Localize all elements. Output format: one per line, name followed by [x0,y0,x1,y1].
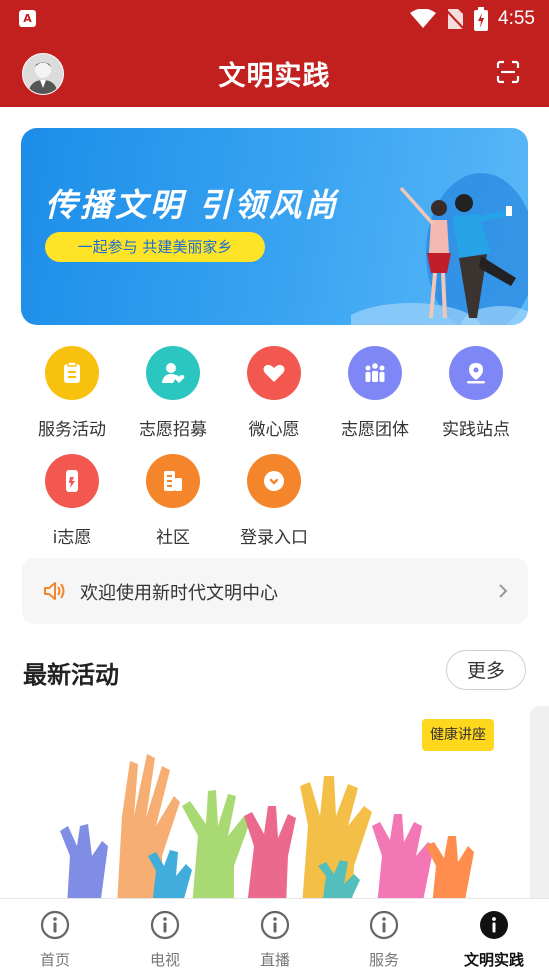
nav-label: 文明实践 [463,951,524,969]
grid-label: 登录入口 [240,528,308,548]
grid-item-volunteer-recruit[interactable]: 志愿招募 [122,346,224,446]
nav-label: 服务 [368,951,399,969]
banner-title: 传播文明 引领风尚 [45,186,340,224]
status-time: 4:55 [498,8,535,29]
building-icon [164,471,182,491]
grid-item-i-volunteer[interactable]: i志愿 [21,454,123,554]
info-circle-icon [260,910,290,940]
grid-item-community[interactable]: 社区 [122,454,224,554]
bottom-nav: 首页 电视 直播 服务 文明实践 [0,898,549,977]
more-button[interactable]: 更多 [446,650,526,690]
grid-label: 志愿团体 [341,420,409,440]
grid-label: 服务活动 [38,420,106,440]
no-sim-icon [446,9,465,30]
promo-banner[interactable]: 传播文明 引领风尚 一起参与 共建美丽家乡 [21,128,528,325]
grid-label: 社区 [156,528,190,548]
community-badge [146,454,200,508]
info-filled-icon [480,911,508,939]
phone-icon [66,470,78,492]
header: 文明实践 [0,38,549,107]
i-volunteer-badge [45,454,99,508]
wifi-icon [410,9,437,28]
grid-item-service-activity[interactable]: 服务活动 [21,346,123,446]
notice-text: 欢迎使用新时代文明中心 [80,583,278,604]
clipboard-icon [64,361,80,383]
volunteer-recruit-badge [146,346,200,400]
status-bar: A 4:55 [0,0,549,38]
heart-icon [263,364,285,382]
nav-item-civilization-practice[interactable]: 文明实践 [439,899,549,977]
next-card-peek[interactable] [530,706,549,906]
grid-label: 微心愿 [248,420,300,440]
activity-card[interactable]: 健康讲座 [22,706,528,906]
grid-item-volunteer-group[interactable]: 志愿团体 [324,346,426,446]
login-icon [264,471,284,491]
grid-label: 实践站点 [442,420,510,440]
scan-icon[interactable] [496,60,520,84]
chevron-right-icon [499,584,508,598]
group-icon [365,363,385,382]
banner-subtitle: 一起参与 共建美丽家乡 [45,232,265,262]
speaker-icon [44,582,65,600]
section-title: 最新活动 [23,661,119,689]
micro-wish-badge [247,346,301,400]
user-heart-icon [162,363,185,383]
nav-item-home[interactable]: 首页 [0,899,110,977]
grid-label: i志愿 [52,528,92,548]
page-title: 文明实践 [218,61,331,92]
practice-station-badge [449,346,503,400]
nav-label: 首页 [39,951,70,969]
app-notification-icon: A [19,10,36,27]
volunteer-group-badge [348,346,402,400]
top-bar: A 4:55 文明实践 [0,0,549,107]
info-circle-icon [150,910,180,940]
category-tag: 健康讲座 [422,719,494,751]
grid-item-login-entry[interactable]: 登录入口 [223,454,325,554]
nav-label: 电视 [149,951,180,969]
nav-label: 直播 [259,951,290,969]
notice-bar[interactable]: 欢迎使用新时代文明中心 [22,558,528,624]
status-right: 4:55 [410,6,535,32]
login-entry-badge [247,454,301,508]
location-icon [467,363,485,384]
service-activity-badge [45,346,99,400]
grid-item-micro-wish[interactable]: 微心愿 [223,346,325,446]
info-circle-icon [40,910,70,940]
grid-item-practice-station[interactable]: 实践站点 [425,346,527,446]
banner-illustration [351,173,528,325]
nav-item-service[interactable]: 服务 [329,899,439,977]
battery-icon [474,7,489,31]
info-circle-icon [369,910,399,940]
grid-label: 志愿招募 [139,420,207,440]
nav-item-live[interactable]: 直播 [220,899,330,977]
nav-item-tv[interactable]: 电视 [110,899,220,977]
